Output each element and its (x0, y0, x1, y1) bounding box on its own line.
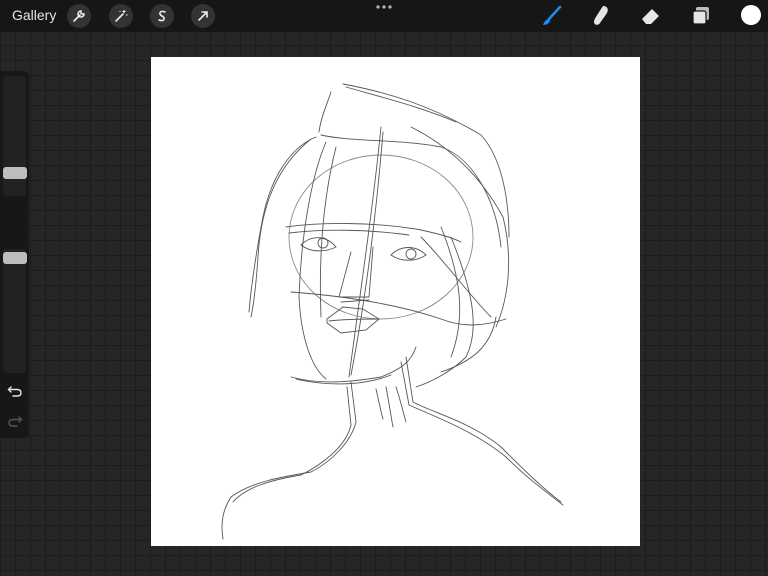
layers-icon[interactable] (689, 4, 713, 28)
portrait-sketch (221, 83, 564, 540)
eraser-icon[interactable] (639, 4, 663, 28)
more-dots-icon[interactable] (374, 2, 394, 12)
current-color-swatch[interactable] (741, 5, 761, 25)
redo-icon[interactable] (7, 414, 23, 428)
magic-wand-icon[interactable] (109, 4, 133, 28)
gallery-button[interactable]: Gallery (12, 7, 56, 23)
brush-size-handle[interactable] (3, 167, 27, 179)
selection-s-icon[interactable] (150, 4, 174, 28)
opacity-handle[interactable] (3, 252, 27, 264)
opacity-slider[interactable] (3, 249, 26, 373)
brush-icon[interactable] (540, 4, 564, 28)
arrow-cursor-icon[interactable] (191, 4, 215, 28)
smudge-finger-icon[interactable] (589, 4, 613, 28)
drawing-canvas[interactable] (151, 57, 640, 546)
wrench-icon[interactable] (67, 4, 91, 28)
undo-icon[interactable] (7, 384, 23, 398)
top-toolbar: Gallery (0, 0, 768, 32)
side-bar (0, 71, 29, 438)
